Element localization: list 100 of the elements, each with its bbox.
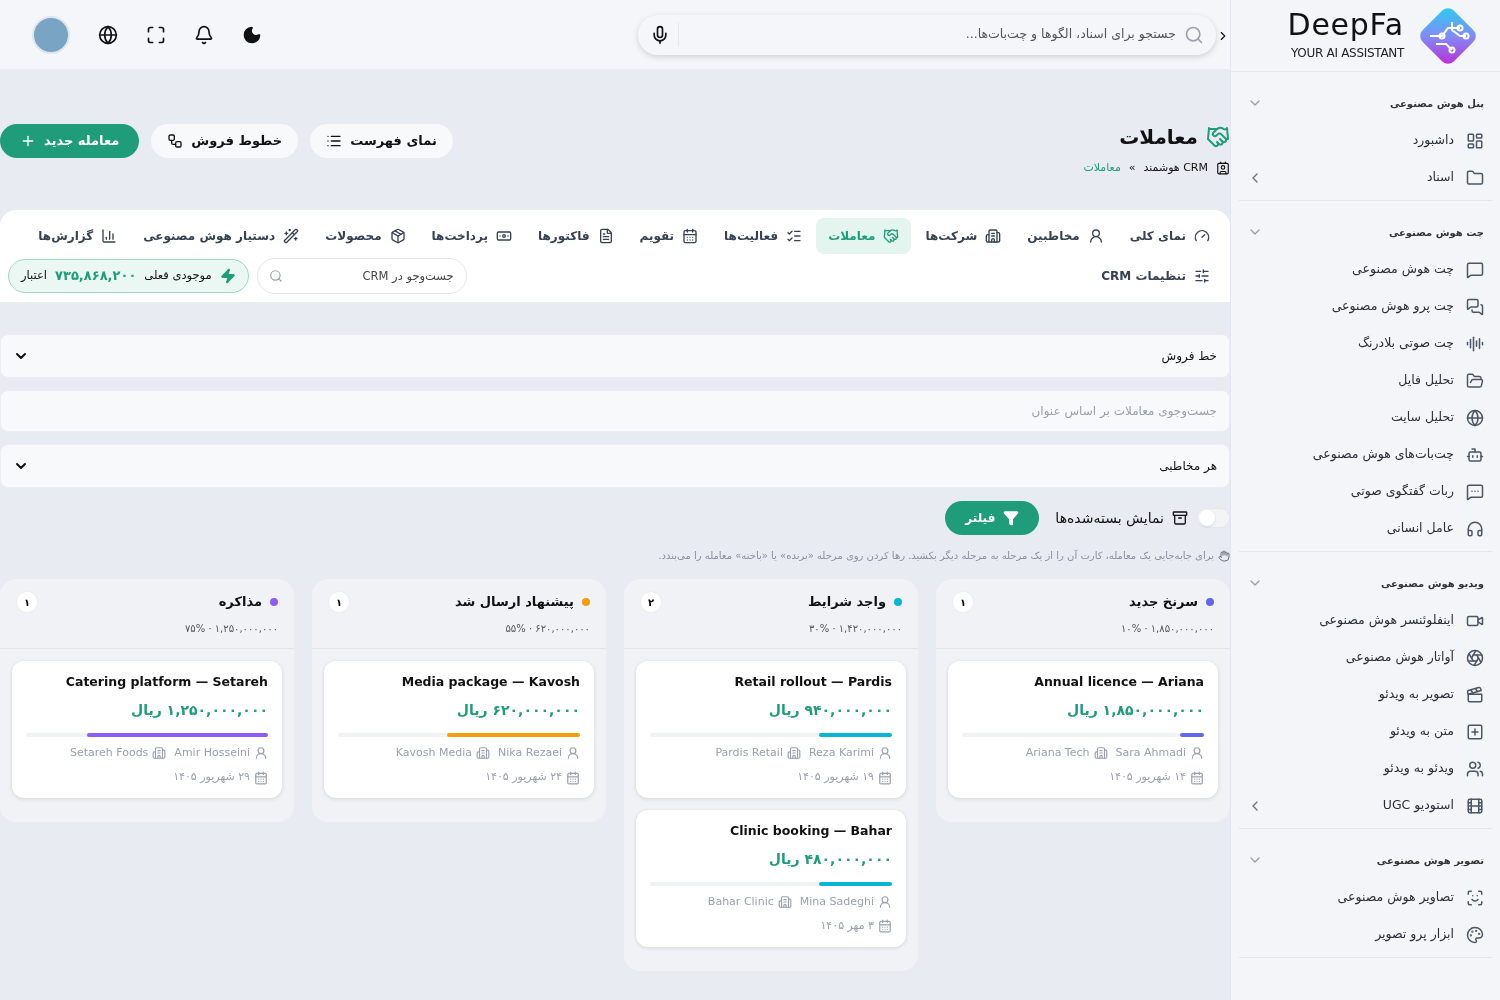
tab-icon — [786, 228, 803, 244]
deal-title: Catering platform — Setareh — [64, 673, 268, 691]
deal-date: ۲۹ شهریور ۱۴۰۵ — [173, 769, 250, 786]
deal-title: Media package — Kavosh — [400, 673, 580, 691]
credit-amount: ۷۳۵,۸۶۸,۲۰۰ — [55, 267, 137, 286]
tab-icon — [1194, 268, 1210, 284]
sidebar-item[interactable]: اسناد — [1239, 159, 1492, 196]
sidebar-item[interactable]: تصویر به ویدئو — [1239, 676, 1492, 713]
tab[interactable]: نمای کلی — [1117, 218, 1222, 254]
tab-icon — [597, 228, 614, 244]
deal-company: Bahar Clinic — [707, 893, 774, 910]
tab[interactable]: فعالیت‌ها — [712, 218, 815, 254]
globe-icon[interactable] — [98, 24, 118, 45]
deal-date: ۲۴ شهریور ۱۴۰۵ — [485, 769, 562, 786]
list-icon — [326, 133, 343, 149]
sidebar-item[interactable]: استودیو UGC — [1239, 787, 1492, 824]
section-title: ویدیو هوش مصنوعی — [1380, 576, 1484, 591]
person-icon — [878, 746, 892, 760]
select-field[interactable]: هر مخاطبی — [0, 444, 1230, 488]
menu-item-icon — [1466, 334, 1484, 353]
deal-amount: ۹۴۰,۰۰۰,۰۰۰ ریال — [767, 700, 892, 720]
hand-icon — [1218, 549, 1230, 562]
toggle-switch[interactable] — [1196, 508, 1230, 528]
menu-item-icon — [1466, 482, 1484, 501]
deal-title: Clinic booking — Bahar — [729, 821, 892, 840]
stage-count: ۲ — [640, 591, 662, 613]
brand-name: DeepFa — [1287, 9, 1404, 40]
search-icon — [268, 269, 283, 283]
tab[interactable]: دستیار هوش مصنوعی — [131, 218, 312, 254]
breadcrumb-item: معاملات — [1083, 160, 1121, 176]
sidebar-item[interactable]: عامل انسانی — [1239, 510, 1492, 547]
moon-icon[interactable] — [242, 24, 262, 45]
stage-summary: ۱,۸۵۰,۰۰۰,۰۰۰ · ۱۰% — [1119, 622, 1214, 636]
menu-item-icon — [1466, 260, 1484, 279]
deal-date: ۱۴ شهریور ۱۴۰۵ — [1109, 769, 1186, 786]
workflow-icon — [167, 133, 184, 149]
drag-hint: برای جابه‌جایی یک معامله، کارت آن را از یک مرحله به مرحله دیگر بکشید. رها کردن روی مرحله «برنده» یا «باخته» معامله را می‌بندد. — [658, 548, 1214, 563]
tab-icon — [883, 228, 900, 244]
deal-company: Ariana Tech — [1025, 744, 1090, 761]
pipelines-button[interactable]: خطوط فروش — [151, 124, 299, 158]
sidebar-item[interactable]: تحلیل سایت — [1239, 399, 1492, 436]
list-view-button[interactable]: نمای فهرست — [310, 124, 453, 158]
calendar-icon — [254, 770, 268, 785]
stage-summary: ۱,۲۵۰,۰۰۰,۰۰۰ · ۷۵% — [183, 622, 278, 636]
breadcrumb-item[interactable]: CRM هوشمند — [1143, 160, 1208, 177]
tab-icon — [682, 228, 699, 244]
sidebar-item[interactable]: آواتار هوش مصنوعی — [1239, 639, 1492, 676]
stage-count: ۱ — [328, 591, 350, 613]
deal-contact: Nika Rezaei — [498, 744, 562, 761]
sidebar-item[interactable]: چت پرو هوش مصنوعی — [1239, 288, 1492, 325]
brand-tagline: YOUR AI ASSISTANT — [1290, 44, 1404, 62]
section-title: تصویر هوش مصنوعی — [1376, 853, 1484, 868]
building-icon — [152, 746, 167, 760]
deal-amount: ۴۸۰,۰۰۰,۰۰۰ ریال — [767, 849, 892, 869]
tab[interactable]: تنظیمات CRM — [1089, 258, 1222, 294]
breadcrumb-item[interactable]: » — [1128, 160, 1136, 177]
tab[interactable]: مخاطبین — [1015, 218, 1116, 254]
sidebar-item[interactable]: ابزار پرو تصویر — [1239, 916, 1492, 953]
menu-item-icon — [1466, 648, 1484, 667]
select-field[interactable]: خط فروش — [0, 334, 1230, 378]
section-title: چت هوش مصنوعی — [1388, 225, 1484, 240]
sidebar-item[interactable]: چت‌بات‌های هوش مصنوعی — [1239, 436, 1492, 473]
sidebar-item[interactable]: اینفلوئنسر هوش مصنوعی — [1239, 602, 1492, 639]
tab[interactable]: تقویم — [627, 218, 711, 254]
stage-name: واجد شرایط — [807, 593, 886, 612]
sidebar-item[interactable]: چت صوتی بلادرنگ — [1239, 325, 1492, 362]
tab-icon — [1194, 228, 1210, 244]
sidebar-item[interactable]: تحلیل فایل — [1239, 362, 1492, 399]
sidebar-item[interactable]: ویدئو به ویدئو — [1239, 750, 1492, 787]
title-search-field[interactable]: جست‌وجوی معاملات بر اساس عنوان — [0, 390, 1230, 432]
tab-icon — [985, 228, 1002, 244]
menu-item-icon — [1466, 685, 1484, 704]
building-icon — [786, 746, 801, 760]
menu-item-icon — [1466, 131, 1484, 150]
sidebar-item[interactable]: متن به ویدئو — [1239, 713, 1492, 750]
credit-unit: اعتبار — [21, 267, 48, 285]
tab[interactable]: پرداخت‌ها — [419, 218, 524, 254]
menu-item-icon — [1466, 722, 1484, 741]
tab-icon — [283, 228, 300, 244]
tab[interactable]: شرکت‌ها — [913, 218, 1014, 254]
calendar-icon — [878, 919, 892, 934]
page-title: معاملات — [1119, 124, 1198, 151]
crm-search-field[interactable]: جست‌وجو در CRM — [256, 258, 467, 294]
search-input[interactable]: جستجو برای اسناد، الگوها و چت‌بات‌ها... — [687, 25, 1176, 44]
microphone-icon[interactable] — [650, 24, 670, 45]
tab-icon — [101, 228, 118, 244]
tab[interactable]: گزارش‌ها — [26, 218, 130, 254]
sidebar-item[interactable]: ربات گفتگوی صوتی — [1239, 473, 1492, 510]
credit-label: موجودی فعلی — [144, 267, 212, 285]
sidebar-item[interactable]: داشبورد — [1239, 122, 1492, 159]
sidebar-item[interactable]: تصاویر هوش مصنوعی — [1239, 879, 1492, 916]
fullscreen-icon[interactable] — [146, 24, 166, 45]
notification-icon[interactable] — [194, 24, 214, 45]
menu-item-icon — [1466, 168, 1484, 187]
contact-card-icon — [1216, 161, 1230, 176]
deal-date: ۱۹ شهریور ۱۴۰۵ — [797, 769, 874, 786]
tab[interactable]: فاکتورها — [526, 218, 626, 254]
sidebar-item[interactable]: چت هوش مصنوعی — [1239, 251, 1492, 288]
deal-contact: Reza Karimi — [808, 744, 874, 761]
tab[interactable]: محصولات — [313, 218, 418, 254]
